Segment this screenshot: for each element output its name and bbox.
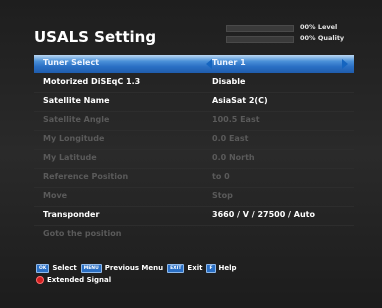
help-key-icon: F <box>206 263 216 273</box>
menu-item-label: Motorized DiSEqC 1.3 <box>43 77 141 86</box>
menu-item-value: Tuner 1 <box>212 58 246 67</box>
level-label: 00% Level <box>300 23 338 31</box>
menu-item-move: Move Stop <box>34 188 354 206</box>
signal-meters: 00% Level 00% Quality <box>226 23 366 45</box>
menu-item-my-longitude: My Longitude 0.0 East <box>34 131 354 149</box>
menu-item-value: AsiaSat 2(C) <box>212 96 268 105</box>
menu-item-motorized-diseqc[interactable]: Motorized DiSEqC 1.3 Disable <box>34 74 354 92</box>
menu-item-satellite-angle: Satellite Angle 100.5 East <box>34 112 354 130</box>
right-arrow-icon[interactable] <box>342 59 348 69</box>
menu-item-label: My Longitude <box>43 134 105 143</box>
ok-key-icon: OK <box>36 263 50 273</box>
extended-signal-hint: Extended Signal <box>47 276 112 284</box>
menu-item-label: Transponder <box>43 210 100 219</box>
menu-item-tuner-select[interactable]: Tuner Select Tuner 1 <box>34 55 354 73</box>
exit-key-icon: EXIT <box>167 263 185 273</box>
key-help-bar: OK Select MENU Previous Menu EXIT Exit F… <box>36 263 241 287</box>
key-help-row: OK Select MENU Previous Menu EXIT Exit F… <box>36 263 241 273</box>
menu-item-label: Reference Position <box>43 172 129 181</box>
select-hint: Select <box>52 264 77 272</box>
menu-item-value: Disable <box>212 77 246 86</box>
menu-item-label: My Latitude <box>43 153 97 162</box>
menu-item-value: 0.0 North <box>212 153 255 162</box>
menu-item-value: Stop <box>212 191 233 200</box>
menu-item-reference-position: Reference Position to 0 <box>34 169 354 187</box>
exit-hint: Exit <box>187 264 203 272</box>
help-hint: Help <box>218 264 237 272</box>
extended-signal-row: Extended Signal <box>36 275 241 285</box>
menu-item-transponder[interactable]: Transponder 3660 / V / 27500 / Auto <box>34 207 354 225</box>
usals-menu: Tuner Select Tuner 1 Motorized DiSEqC 1.… <box>34 55 354 253</box>
previous-menu-hint: Previous Menu <box>104 264 164 272</box>
menu-item-value: 0.0 East <box>212 134 249 143</box>
page-title: USALS Setting <box>34 28 157 46</box>
menu-item-my-latitude: My Latitude 0.0 North <box>34 150 354 168</box>
menu-item-goto-position: Goto the position <box>34 226 354 244</box>
quality-label: 00% Quality <box>300 34 345 42</box>
menu-item-label: Tuner Select <box>43 58 100 67</box>
red-key-icon <box>36 276 44 284</box>
menu-item-value: to 0 <box>212 172 230 181</box>
tv-screen: USALS Setting 00% Level 00% Quality Tune… <box>0 0 382 308</box>
menu-item-value: 3660 / V / 27500 / Auto <box>212 210 315 219</box>
menu-item-label: Satellite Angle <box>43 115 110 124</box>
menu-item-value: 100.5 East <box>212 115 260 124</box>
level-bar <box>226 25 294 32</box>
menu-item-satellite-name[interactable]: Satellite Name AsiaSat 2(C) <box>34 93 354 111</box>
menu-item-label: Satellite Name <box>43 96 110 105</box>
quality-meter: 00% Quality <box>226 34 366 44</box>
menu-item-label: Move <box>43 191 68 200</box>
menu-key-icon: MENU <box>80 263 102 273</box>
level-meter: 00% Level <box>226 23 366 33</box>
menu-item-label: Goto the position <box>43 229 122 238</box>
quality-bar <box>226 36 294 43</box>
